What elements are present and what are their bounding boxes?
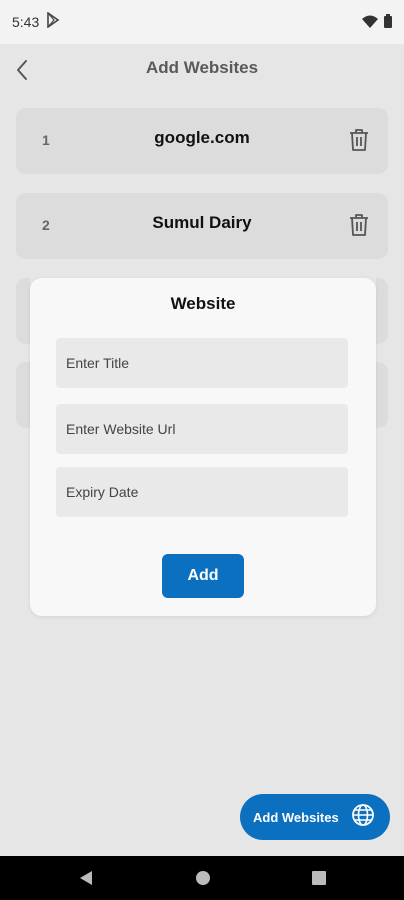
hidden-card-edge [376, 278, 388, 344]
page-title: Add Websites [145, 58, 259, 77]
hidden-card-edge [16, 278, 30, 344]
add-websites-fab[interactable]: Add Websites [240, 794, 390, 840]
hidden-card-edge [16, 362, 30, 428]
title-input[interactable] [56, 338, 348, 388]
trash-icon[interactable] [348, 213, 370, 242]
play-store-icon [46, 11, 60, 33]
trash-icon[interactable] [348, 128, 370, 157]
website-card[interactable]: 1 google.com [16, 108, 388, 174]
fab-label: Add Websites [253, 809, 339, 825]
nav-recents-icon[interactable] [311, 870, 327, 891]
website-name: google.com [154, 128, 250, 147]
add-website-dialog: Website Add [30, 278, 376, 616]
wifi-icon [362, 15, 378, 33]
battery-icon [384, 14, 392, 33]
website-name: Sumul Dairy [152, 213, 252, 232]
website-card[interactable]: 2 Sumul Dairy [16, 193, 388, 259]
hidden-card-edge [376, 362, 388, 428]
status-bar: 5:43 [0, 0, 404, 44]
website-url-input[interactable] [56, 404, 348, 454]
nav-back-icon[interactable] [78, 870, 94, 891]
add-button[interactable]: Add [162, 554, 244, 598]
expiry-date-input[interactable] [56, 467, 348, 517]
globe-icon [351, 803, 375, 832]
dialog-title: Website [170, 294, 236, 313]
nav-home-icon[interactable] [195, 870, 211, 891]
status-time: 5:43 [12, 14, 40, 30]
system-nav-bar [0, 856, 404, 900]
app-bar: Add Websites [0, 44, 404, 96]
